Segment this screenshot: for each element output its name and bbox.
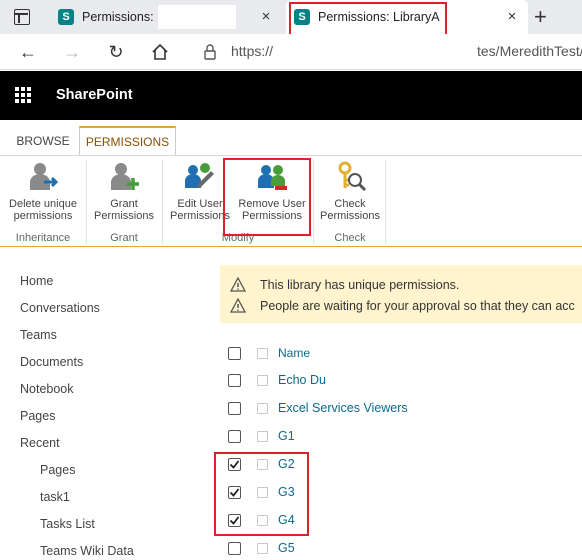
nav-recent-tasks-list[interactable]: Tasks List [40, 517, 95, 531]
refresh-icon[interactable]: ↻ [104, 40, 128, 64]
browser-tab-bar: S Permissions: × S Permissions: LibraryA… [0, 0, 582, 36]
banner-line-1: This library has unique permissions. [260, 278, 460, 292]
suite-bar: SharePoint [0, 71, 582, 120]
header-checkbox[interactable] [257, 347, 268, 359]
group-divider [313, 160, 314, 244]
nav-recent-teams-wiki[interactable]: Teams Wiki Data [40, 544, 134, 558]
close-icon[interactable]: × [258, 8, 274, 25]
address-bar: ← → ↻ https:// tes/MeredithTest/ [0, 34, 582, 70]
highlight-remove-button [223, 158, 311, 236]
row-select[interactable] [257, 402, 268, 414]
delete-unique-permissions-button[interactable]: Delete unique permissions [4, 160, 82, 222]
row-name[interactable]: G5 [278, 541, 295, 555]
warning-icon [230, 298, 246, 313]
highlight-tab [289, 2, 447, 36]
nav-documents[interactable]: Documents [20, 355, 83, 369]
tab-title: Permissions: [82, 10, 154, 24]
nav-home[interactable]: Home [20, 274, 53, 288]
row-name[interactable]: Excel Services Viewers [278, 401, 408, 415]
highlight-selected-rows [214, 452, 309, 536]
app-launcher-icon[interactable] [15, 87, 31, 103]
nav-conversations[interactable]: Conversations [20, 301, 100, 315]
back-icon[interactable]: ← [16, 40, 40, 64]
url-text[interactable]: https:// [231, 43, 273, 59]
row-name[interactable]: G1 [278, 429, 295, 443]
group-divider [385, 160, 386, 244]
ribbon-tabs: BROWSE PERMISSIONS [0, 126, 582, 156]
row-name[interactable]: Echo Du [278, 373, 326, 387]
lock-icon[interactable] [198, 40, 222, 64]
group-label-check: Check [334, 232, 366, 244]
nav-notebook[interactable]: Notebook [20, 382, 74, 396]
group-divider [162, 160, 163, 244]
row-select[interactable] [257, 374, 268, 386]
browser-tab-permissions[interactable]: S Permissions: × [50, 0, 282, 34]
row-checkbox[interactable] [228, 429, 241, 443]
sharepoint-icon: S [58, 9, 74, 25]
key-search-icon [338, 161, 367, 192]
nav-recent-task1[interactable]: task1 [40, 490, 70, 504]
nav-recent[interactable]: Recent [20, 436, 60, 450]
new-tab-button[interactable]: + [534, 4, 547, 30]
ribbon: Delete unique permissions Grant Permissi… [0, 155, 582, 247]
tab-actions-icon[interactable] [14, 9, 30, 25]
person-add-icon [111, 163, 139, 190]
list-row: G5 [228, 538, 295, 558]
group-label-grant: Grant [110, 232, 138, 244]
row-select[interactable] [257, 430, 268, 442]
grant-permissions-button[interactable]: Grant Permissions [88, 160, 160, 222]
tab-permissions[interactable]: PERMISSIONS [79, 126, 176, 156]
check-permissions-button[interactable]: Check Permissions [316, 160, 384, 222]
row-checkbox[interactable] [228, 401, 241, 415]
redacted-block [157, 5, 236, 29]
url-path[interactable]: tes/MeredithTest/ [477, 43, 582, 59]
nav-pages[interactable]: Pages [20, 409, 55, 423]
close-icon[interactable]: × [504, 8, 520, 25]
select-all-checkbox[interactable] [228, 346, 241, 360]
list-header: Name [228, 343, 310, 363]
column-name-header[interactable]: Name [278, 346, 310, 360]
users-edit-icon [185, 163, 214, 188]
nav-recent-pages[interactable]: Pages [40, 463, 75, 477]
warning-icon [230, 277, 246, 292]
brand-title[interactable]: SharePoint [56, 87, 133, 103]
list-row: G1 [228, 426, 295, 446]
forward-icon[interactable]: → [60, 40, 84, 64]
group-label-inheritance: Inheritance [15, 232, 71, 244]
row-checkbox[interactable] [228, 541, 241, 555]
banner-line-2[interactable]: People are waiting for your approval so … [260, 299, 575, 313]
warning-banner: This library has unique permissions. Peo… [220, 265, 582, 323]
home-icon[interactable] [148, 40, 172, 64]
list-row: Echo Du [228, 370, 326, 390]
list-row: Excel Services Viewers [228, 398, 408, 418]
nav-teams[interactable]: Teams [20, 328, 57, 342]
tab-browse[interactable]: BROWSE [10, 126, 76, 156]
group-divider [86, 160, 87, 244]
row-select[interactable] [257, 542, 268, 554]
row-checkbox[interactable] [228, 373, 241, 387]
person-arrow-icon [30, 163, 59, 190]
